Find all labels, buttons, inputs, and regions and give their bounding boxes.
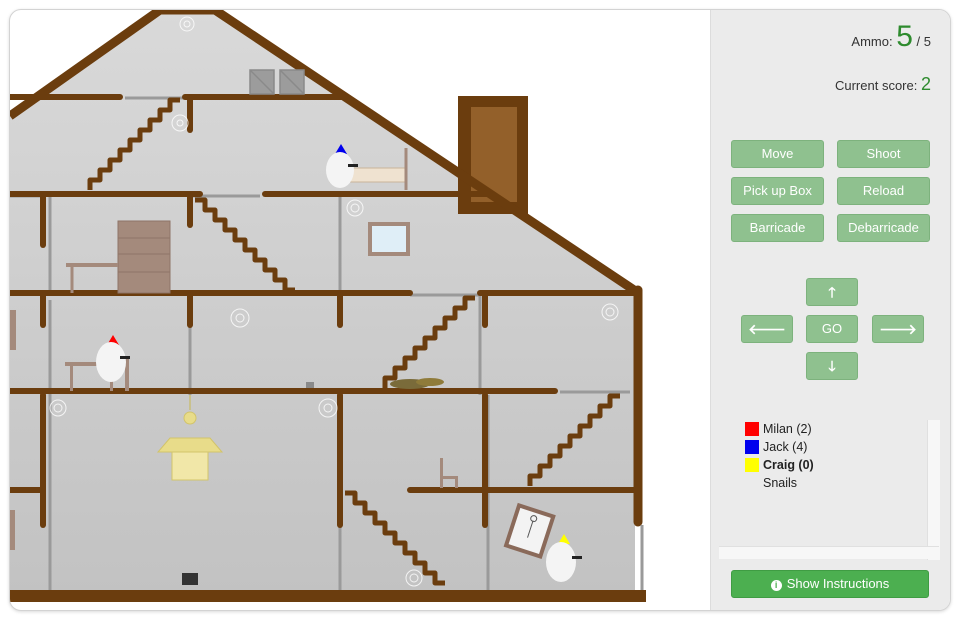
player-list-vertical-scrollbar[interactable] [927,420,940,560]
ammo-label: Ammo: [851,34,893,49]
score-label: Current score: [834,78,918,93]
player-name: Snails [763,476,798,490]
player-color-swatch [745,476,759,490]
show-instructions-label: Show Instructions [786,576,890,591]
control-panel: Ammo: 5 / 5 Current score: 2 Move Shoot … [710,10,950,610]
left-door [10,510,15,550]
ammo-counter: Ammo: 5 / 5 [851,20,931,54]
player-item-current: Craig (0) [745,456,814,474]
player-name: Craig (0) [763,458,814,472]
player-color-swatch [745,422,759,436]
move-button[interactable]: Move [731,140,824,168]
player-list: Milan (2) Jack (4) Craig (0) Snails [745,420,814,492]
reload-button[interactable]: Reload [837,177,930,205]
down-arrow-button[interactable]: 🡓 [806,352,858,380]
up-arrow-button[interactable]: 🡑 [806,278,858,306]
info-icon: i [770,580,782,591]
go-button[interactable]: GO [806,315,858,343]
left-picture [10,310,16,350]
window [368,222,410,256]
player-name: Jack (4) [763,440,808,454]
debarricade-button[interactable]: Debarricade [837,214,930,242]
ground-floor [10,590,646,602]
player-item: Milan (2) [745,420,814,438]
left-arrow-button[interactable]: 🡐 [741,315,793,343]
show-instructions-button[interactable]: i Show Instructions [731,570,929,598]
ammo-value: 5 [896,20,913,53]
score-counter: Current score: 2 [835,74,931,95]
pickup-box-button[interactable]: Pick up Box [731,177,824,205]
shoot-button[interactable]: Shoot [837,140,930,168]
barricade-button[interactable]: Barricade [731,214,824,242]
right-arrow-button[interactable]: 🡒 [872,315,924,343]
player-item: Jack (4) [745,438,814,456]
mouse [306,382,314,388]
ammo-max: / 5 [916,34,931,49]
score-value: 2 [920,74,931,94]
radio-box [182,573,198,585]
player-name: Milan (2) [763,422,812,436]
house-scene[interactable] [10,10,710,610]
player-color-swatch [745,440,759,454]
game-window: Ammo: 5 / 5 Current score: 2 Move Shoot … [9,9,951,611]
player-list-horizontal-scrollbar[interactable] [719,546,939,559]
player-color-swatch [745,458,759,472]
player-item: Snails [745,474,814,492]
